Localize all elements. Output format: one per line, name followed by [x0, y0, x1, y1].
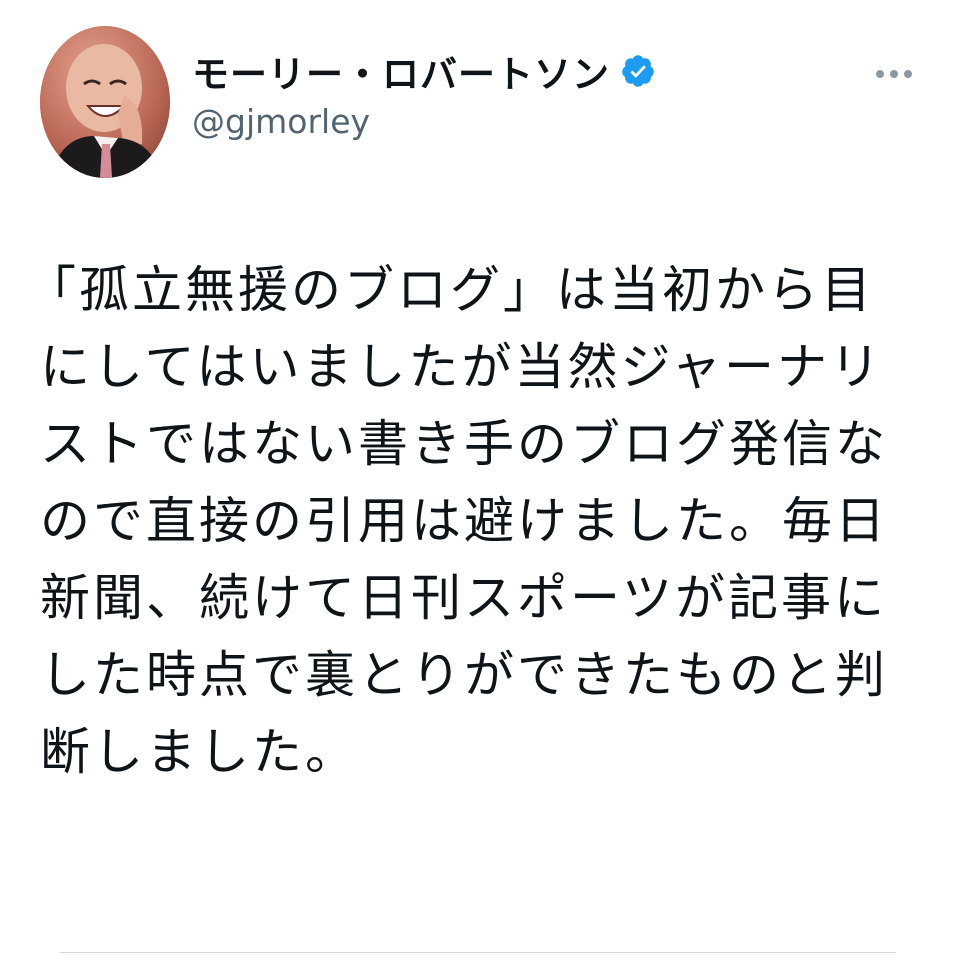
tweet-text: 「孤立無援のブログ」は当初から目 にしてはいましたが当然ジャーナリ ストではない…	[26, 252, 920, 791]
more-button[interactable]	[866, 56, 922, 92]
tweet-card: モーリー・ロバートソン @gjmorley 「孤立無援のブログ」は当初から目 に…	[0, 0, 957, 957]
tweet-line: ストではない書き手のブログ発信な	[40, 415, 888, 473]
tweet-line: 「孤立無援のブログ」は当初から目	[26, 261, 874, 319]
name-row: モーリー・ロバートソン	[192, 46, 656, 96]
author-block: モーリー・ロバートソン @gjmorley	[192, 46, 656, 141]
tweet-line: 新聞、続けて日刊スポーツが記事に	[40, 569, 887, 627]
tweet-line: にしてはいましたが当然ジャーナリ	[40, 338, 883, 396]
verified-badge-icon	[622, 55, 654, 87]
divider	[60, 952, 896, 953]
tweet-line: 断しました。	[40, 723, 358, 781]
tweet-line: した時点で裏とりができたものと判	[40, 646, 888, 704]
profile-photo	[40, 26, 170, 178]
author-handle[interactable]: @gjmorley	[192, 102, 656, 141]
display-name[interactable]: モーリー・ロバートソン	[192, 44, 610, 98]
tweet-line: ので直接の引用は避けました。毎日	[40, 492, 888, 550]
more-horizontal-icon	[876, 70, 912, 78]
avatar[interactable]	[40, 26, 170, 178]
